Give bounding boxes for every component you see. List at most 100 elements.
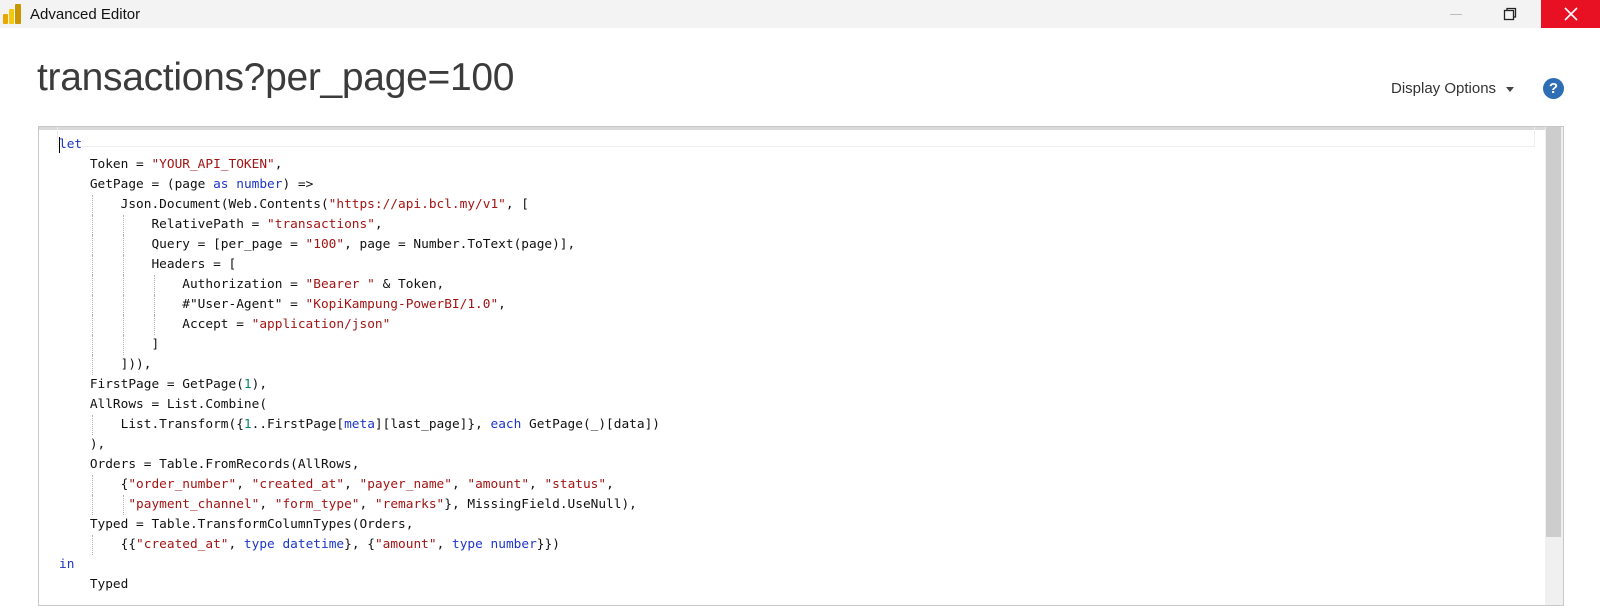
code-token: "order_number" xyxy=(128,477,237,492)
code-token: "https://api.bcl.my/v1" xyxy=(328,197,506,212)
code-token: "application/json" xyxy=(251,317,391,332)
code-token: , xyxy=(274,157,283,172)
code-token: AllRows = List.Combine( xyxy=(59,397,268,412)
code-token: ][last_page]}, xyxy=(374,417,491,432)
code-token: Headers = [ xyxy=(59,257,237,272)
indent-guide xyxy=(122,495,124,515)
code-line: Json.Document(Web.Contents("https://api.… xyxy=(59,195,660,215)
indent-guide xyxy=(91,235,93,255)
code-token: as xyxy=(213,177,229,192)
code-line: Accept = "application/json" xyxy=(59,315,660,335)
code-token: RelativePath = xyxy=(59,217,268,232)
code-line: GetPage = (page as number) => xyxy=(59,175,660,195)
display-options-dropdown[interactable]: Display Options xyxy=(1391,80,1515,97)
minimize-icon xyxy=(1450,13,1462,15)
indent-guide xyxy=(91,415,93,435)
help-icon: ? xyxy=(1548,80,1559,97)
code-token: , xyxy=(451,477,468,492)
code-line: {{"created_at", type datetime}, {"amount… xyxy=(59,535,660,555)
code-token: , xyxy=(344,477,360,492)
indent-guide xyxy=(91,475,93,495)
code-token: ])), xyxy=(59,357,152,372)
code-token: "KopiKampung-PowerBI/1.0" xyxy=(305,297,499,312)
code-line: Typed xyxy=(59,575,660,595)
code-line: ] xyxy=(59,335,660,355)
indent-guide xyxy=(91,255,93,275)
code-token: , xyxy=(228,537,244,552)
indent-guide xyxy=(91,355,93,375)
indent-guide xyxy=(91,275,93,295)
code-token: Orders = Table.FromRecords(AllRows, xyxy=(59,457,360,472)
code-token: GetPage = (page xyxy=(59,177,214,192)
code-token: "form_type" xyxy=(274,497,360,512)
code-token: {{ xyxy=(59,537,137,552)
indent-guide xyxy=(91,535,93,555)
code-token: Typed xyxy=(59,577,129,592)
code-token: "payer_name" xyxy=(359,477,452,492)
code-line: Orders = Table.FromRecords(AllRows, xyxy=(59,455,660,475)
vertical-scrollbar[interactable] xyxy=(1545,127,1563,605)
code-line: Token = "YOUR_API_TOKEN", xyxy=(59,155,660,175)
indent-guide xyxy=(91,295,93,315)
code-token: Accept = xyxy=(59,317,252,332)
code-token: "created_at" xyxy=(136,537,229,552)
powerbi-logo-icon xyxy=(3,4,21,24)
code-token: , xyxy=(498,297,506,312)
indent-guide xyxy=(153,315,155,335)
code-line: "payment_channel", "form_type", "remarks… xyxy=(59,495,660,515)
code-token: "payment_channel" xyxy=(128,497,260,512)
code-token: "remarks" xyxy=(374,497,445,512)
restore-icon xyxy=(1503,7,1517,21)
code-line: Authorization = "Bearer " & Token, xyxy=(59,275,660,295)
code-line: Headers = [ xyxy=(59,255,660,275)
code-token: , page = Number.ToText(page)], xyxy=(344,237,576,252)
code-token: & Token, xyxy=(374,277,445,292)
code-token: }}) xyxy=(536,537,560,552)
close-button[interactable] xyxy=(1541,0,1600,28)
code-line: Query = [per_page = "100", page = Number… xyxy=(59,235,660,255)
code-token: type xyxy=(452,537,483,552)
code-token: ), xyxy=(251,377,268,392)
scrollbar-thumb[interactable] xyxy=(1546,127,1561,537)
query-title: transactions?per_page=100 xyxy=(37,56,515,99)
code-area[interactable]: let Token = "YOUR_API_TOKEN", GetPage = … xyxy=(59,135,660,595)
code-token: Json.Document(Web.Contents( xyxy=(59,197,329,212)
code-token: , xyxy=(359,497,375,512)
indent-guide xyxy=(91,315,93,335)
code-token: "created_at" xyxy=(251,477,345,492)
code-line: List.Transform({1..FirstPage[meta][last_… xyxy=(59,415,660,435)
help-button[interactable]: ? xyxy=(1543,78,1564,99)
code-line: #"User-Agent" = "KopiKampung-PowerBI/1.0… xyxy=(59,295,660,315)
code-token: { xyxy=(59,477,129,492)
code-token: datetime xyxy=(282,537,345,552)
code-token: "amount" xyxy=(467,477,530,492)
code-token: FirstPage = GetPage( xyxy=(59,377,244,392)
indent-guide xyxy=(122,255,124,275)
code-token: ..FirstPage[ xyxy=(251,417,345,432)
code-token: Query = [per_page = xyxy=(59,237,306,252)
code-token: , xyxy=(236,477,252,492)
code-token: ), xyxy=(59,437,106,452)
indent-guide xyxy=(91,335,93,355)
code-token: "100" xyxy=(305,237,345,252)
code-line: Typed = Table.TransformColumnTypes(Order… xyxy=(59,515,660,535)
indent-guide xyxy=(122,295,124,315)
indent-guide xyxy=(91,495,93,515)
restore-button[interactable] xyxy=(1487,0,1533,28)
code-token: ) => xyxy=(282,177,314,192)
code-token: "Bearer " xyxy=(305,277,375,292)
minimize-button[interactable] xyxy=(1433,0,1479,28)
code-line: AllRows = List.Combine( xyxy=(59,395,660,415)
indent-guide xyxy=(122,235,124,255)
code-token: , xyxy=(374,217,383,232)
code-token: number xyxy=(490,537,537,552)
code-editor[interactable]: let Token = "YOUR_API_TOKEN", GetPage = … xyxy=(38,126,1564,606)
code-token: meta xyxy=(344,417,375,432)
indent-guide xyxy=(122,315,124,335)
indent-guide xyxy=(91,195,93,215)
code-token: "amount" xyxy=(374,537,437,552)
code-token: , xyxy=(529,477,545,492)
close-icon xyxy=(1563,7,1578,21)
